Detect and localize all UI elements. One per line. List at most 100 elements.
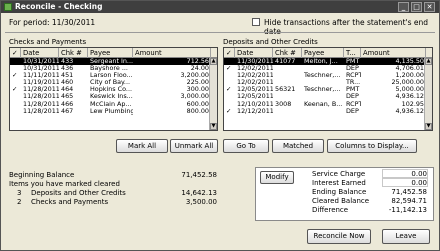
table-row[interactable]: ✓ 12/12/2011 DEP 4,936.12: [224, 108, 432, 115]
period-label: For period: 11/30/2011: [9, 18, 96, 27]
cell-chk: 464: [61, 86, 74, 94]
cell-amount: 4,135.50: [395, 58, 424, 65]
cell-payee: Bayshore ...: [90, 65, 128, 73]
deposits-cleared-amount: 14,642.13: [181, 189, 217, 197]
cell-check[interactable]: ✓: [224, 86, 235, 93]
minimize-icon[interactable]: _: [398, 2, 409, 12]
maximize-icon[interactable]: □: [411, 2, 422, 12]
table-row[interactable]: 10/31/2011 433 Sergeant In... 712.56: [10, 58, 217, 66]
deposits-cleared-count: 3: [17, 189, 22, 197]
modify-button[interactable]: Modify: [260, 171, 294, 184]
cell-chk: 465: [61, 93, 74, 101]
table-row[interactable]: 12/02/2011 TR... 25,000.00: [224, 79, 432, 86]
divider: [5, 32, 435, 33]
cell-date: 11/28/2011: [23, 100, 59, 108]
cell-chk: 460: [61, 79, 74, 87]
hide-transactions-checkbox[interactable]: [252, 18, 260, 26]
column-header-chk[interactable]: Chk #: [59, 48, 88, 58]
cell-chk: 56321: [275, 86, 296, 94]
cell-chk: 451: [61, 72, 74, 80]
cell-payee: Hopkins Co...: [90, 86, 133, 94]
cell-amount: 4,706.01: [395, 65, 424, 73]
column-header-date[interactable]: Date: [235, 48, 273, 58]
column-header-check[interactable]: ✓: [10, 48, 21, 58]
scroll-up-icon[interactable]: ▲: [210, 58, 217, 65]
cell-payee: Sergeant In...: [90, 58, 133, 65]
cell-date: 12/10/2011: [237, 100, 273, 108]
checks-rows: 10/31/2011 433 Sergeant In... 712.56 10/31/2…: [10, 58, 217, 115]
deposits-vertical-scrollbar[interactable]: ▲ ▼: [424, 58, 432, 130]
go-to-button[interactable]: Go To: [223, 139, 269, 153]
cell-amount: 24.00: [190, 65, 209, 73]
column-header-type[interactable]: T...: [344, 48, 361, 58]
cell-amount: 4,936.12: [395, 107, 424, 115]
cell-date: 12/05/2011: [237, 86, 273, 94]
cell-amount: 25,000.00: [391, 79, 424, 87]
mark-all-button[interactable]: Mark All: [116, 139, 168, 153]
column-header-payee[interactable]: Payee: [302, 48, 344, 58]
table-row[interactable]: 12/10/2011 3008 Keenan, B... RCPT 102.95: [224, 101, 432, 108]
beginning-balance-row: Beginning Balance 71,452.58: [9, 171, 217, 179]
deposits-section-label: Deposits and Other Credits: [223, 38, 318, 46]
interest-earned-label: Interest Earned: [312, 179, 366, 187]
cell-payee: Keenan, B...: [304, 100, 343, 108]
app-icon: [4, 3, 12, 11]
cell-check[interactable]: ✓: [224, 108, 235, 115]
column-header-date[interactable]: Date: [21, 48, 59, 58]
checks-section-label: Checks and Payments: [9, 38, 87, 46]
cell-check[interactable]: ✓: [10, 72, 21, 79]
checks-vertical-scrollbar[interactable]: ▲ ▼: [209, 58, 217, 130]
scroll-down-icon[interactable]: ▼: [210, 123, 217, 130]
ending-balance-value: 71,452.58: [391, 188, 427, 196]
balance-panel: Modify Service Charge 0.00 Interest Earn…: [255, 167, 434, 221]
table-row[interactable]: ✓ 11/11/2011 451 Larson Floo... 3,200.00: [10, 72, 217, 79]
close-icon[interactable]: ✕: [424, 2, 435, 12]
table-row[interactable]: ✓ 12/05/2011 56321 Teschner,... PMT 5,000.00: [224, 86, 432, 93]
cell-payee: Teschner,...: [304, 72, 341, 80]
table-row[interactable]: 12/02/2011 Teschner,... RCPT 1,200.00: [224, 72, 432, 79]
table-row[interactable]: 12/05/2011 DEP 4,936.12: [224, 93, 432, 100]
cell-type: RCPT: [346, 100, 361, 108]
column-header-payee[interactable]: Payee: [88, 48, 133, 58]
deposits-grid[interactable]: ✓ Date Chk # Payee T... Amount 11/30/201…: [223, 47, 433, 131]
table-row[interactable]: 11/28/2011 466 McClain Ap... 600.00: [10, 101, 217, 108]
table-row[interactable]: 11/19/2011 460 City of Bay... 225.00: [10, 79, 217, 86]
cell-check[interactable]: ✓: [10, 86, 21, 93]
beginning-balance-label: Beginning Balance: [9, 171, 75, 179]
cell-payee: Melton, J...: [304, 58, 338, 65]
cell-amount: 4,936.12: [395, 93, 424, 101]
table-row[interactable]: 11/30/2011 41077 Melton, J... PMT 4,135.50: [224, 58, 432, 66]
column-header-check[interactable]: ✓: [224, 48, 235, 58]
cell-check[interactable]: ✓: [224, 65, 235, 72]
column-header-amount[interactable]: Amount: [361, 48, 426, 58]
deposits-rows: 11/30/2011 41077 Melton, J... PMT 4,135.50 ✓ 1…: [224, 58, 432, 115]
hide-transactions-label[interactable]: Hide transactions after the statement's …: [264, 18, 439, 36]
unmark-all-button[interactable]: Unmark All: [170, 139, 218, 153]
cell-date: 11/28/2011: [23, 93, 59, 101]
cell-date: 12/02/2011: [237, 79, 273, 87]
table-row[interactable]: ✓ 11/28/2011 464 Hopkins Co... 300.00: [10, 86, 217, 93]
table-row[interactable]: 11/28/2011 467 Lew Plumbing 800.00: [10, 108, 217, 115]
cell-amount: 712.56: [186, 58, 209, 65]
table-row[interactable]: 11/28/2011 465 Keswick Ins... 3,000.00: [10, 93, 217, 100]
cell-amount: 102.95: [401, 100, 424, 108]
checks-grid[interactable]: ✓ Date Chk # Payee Amount 10/31/2011 433 S…: [9, 47, 218, 131]
reconcile-now-button[interactable]: Reconcile Now: [307, 229, 371, 244]
cell-date: 12/05/2011: [237, 93, 273, 101]
table-row[interactable]: ✓ 12/02/2011 DEP 4,706.01: [224, 65, 432, 72]
cell-amount: 3,000.00: [180, 93, 209, 101]
column-header-amount[interactable]: Amount: [133, 48, 211, 58]
cell-amount: 800.00: [186, 107, 209, 115]
checks-cleared-count: 2: [17, 198, 22, 206]
matched-button[interactable]: Matched: [272, 139, 324, 153]
service-charge-label: Service Charge: [312, 170, 366, 178]
checks-grid-header: ✓ Date Chk # Payee Amount: [10, 48, 217, 58]
table-row[interactable]: 10/31/2011 436 Bayshore ... 24.00: [10, 65, 217, 72]
scroll-up-icon[interactable]: ▲: [425, 58, 432, 65]
column-header-chk[interactable]: Chk #: [273, 48, 302, 58]
leave-button[interactable]: Leave: [382, 229, 430, 244]
columns-to-display-button[interactable]: Columns to Display...: [327, 139, 417, 153]
scroll-down-icon[interactable]: ▼: [425, 123, 432, 130]
deposits-cleared-label: Deposits and Other Credits: [31, 189, 126, 197]
cell-amount: 1,200.00: [395, 72, 424, 80]
